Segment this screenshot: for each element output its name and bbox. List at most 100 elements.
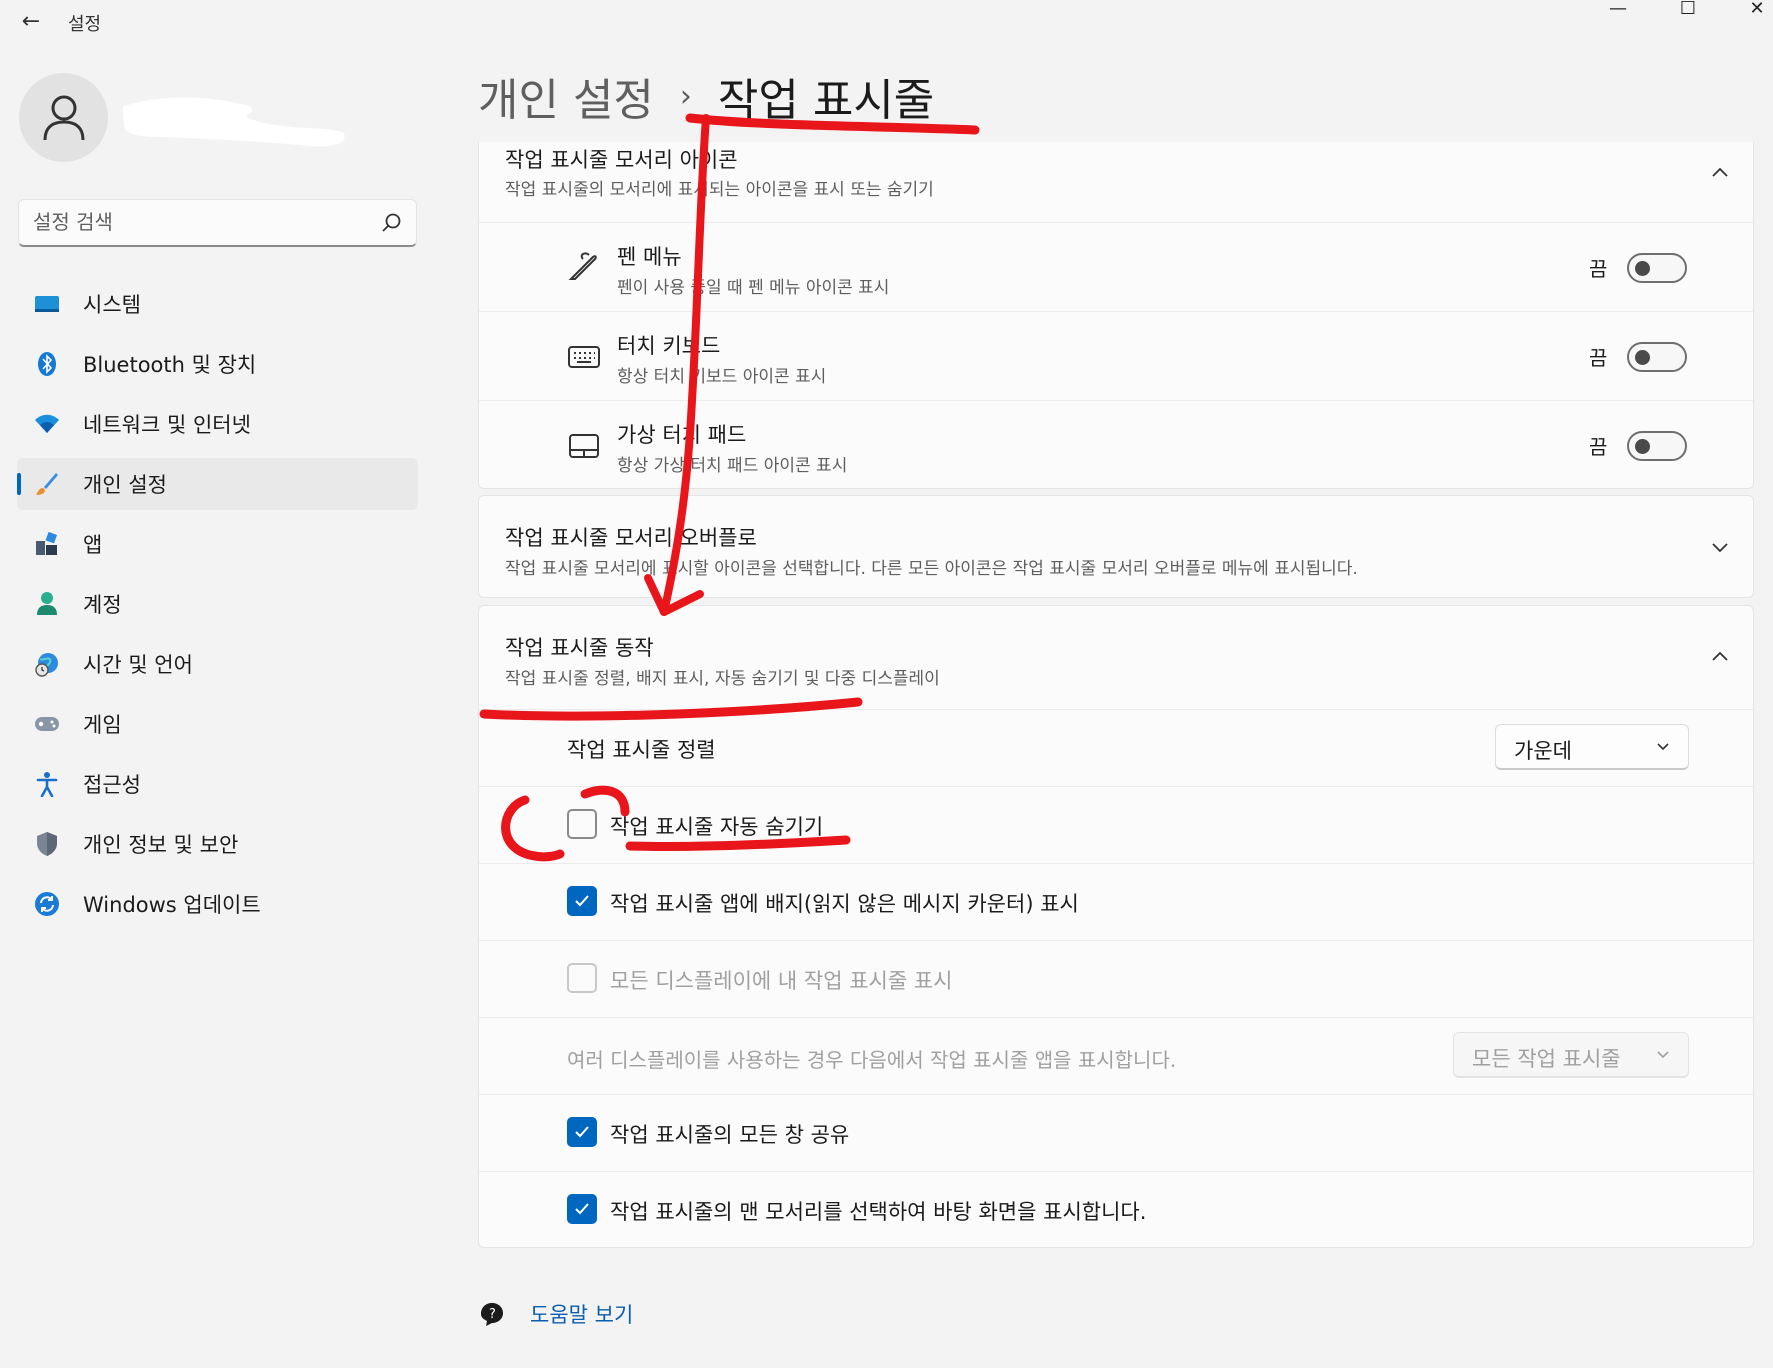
chevron-up-icon[interactable] [1711, 648, 1729, 666]
wifi-icon [34, 411, 60, 437]
accessibility-icon [34, 771, 60, 797]
help-icon: ? [481, 1303, 503, 1326]
apps-icon [34, 531, 60, 557]
taskbar-alignment-dropdown[interactable]: 가운데 [1495, 724, 1689, 770]
title-bar: ← 설정 — ☐ ✕ [0, 0, 1773, 44]
sidebar-item-label: 앱 [83, 533, 103, 557]
sidebar-item-network[interactable]: 네트워크 및 인터넷 [17, 398, 418, 450]
sidebar-item-label: Bluetooth 및 장치 [83, 353, 257, 377]
checkbox-label[interactable]: 작업 표시줄의 모든 창 공유 [610, 1119, 849, 1149]
row-title: 여러 디스플레이를 사용하는 경우 다음에서 작업 표시줄 앱을 표시합니다. [567, 1048, 1177, 1072]
chevron-down-icon [1657, 1051, 1669, 1059]
taskbar-corner-icons-section: 작업 표시줄 모서리 아이콘 작업 표시줄의 모서리에 표시되는 아이콘을 표시… [478, 142, 1754, 489]
section-title: 작업 표시줄 모서리 오버플로 [505, 526, 757, 550]
checkbox-label[interactable]: 작업 표시줄 자동 숨기기 [610, 811, 823, 841]
sidebar-item-accounts[interactable]: 계정 [17, 578, 418, 630]
touch-keyboard-row: 터치 키보드 항상 터치 키보드 아이콘 표시 끔 [479, 311, 1753, 400]
share-window-row: 작업 표시줄의 모든 창 공유 [479, 1094, 1753, 1171]
breadcrumb-separator: › [679, 78, 692, 114]
sidebar-item-label: 접근성 [83, 773, 141, 797]
pen-icon [568, 252, 597, 280]
row-description: 항상 터치 키보드 아이콘 표시 [617, 367, 827, 387]
minimize-button[interactable]: — [1588, 0, 1648, 22]
taskbar-behaviors-section: 작업 표시줄 동작 작업 표시줄 정렬, 배지 표시, 자동 숨기기 및 다중 … [478, 605, 1754, 1248]
pen-menu-toggle[interactable] [1627, 253, 1687, 283]
section-description: 작업 표시줄 모서리에 표시할 아이콘을 선택합니다. 다른 모든 아이콘은 작… [505, 559, 1358, 579]
sidebar-item-system[interactable]: 시스템 [17, 278, 418, 330]
dropdown-value: 가운데 [1514, 739, 1572, 763]
taskbar-corner-overflow-section[interactable]: 작업 표시줄 모서리 오버플로 작업 표시줄 모서리에 표시할 아이콘을 선택합… [478, 495, 1754, 598]
checkmark-icon [575, 1126, 589, 1138]
sidebar-item-label: 시간 및 언어 [83, 653, 193, 677]
toggle-state-label: 끔 [1589, 435, 1608, 459]
virtual-touchpad-toggle[interactable] [1627, 431, 1687, 461]
virtual-touchpad-row: 가상 터치 패드 항상 가상 터치 패드 아이콘 표시 끔 [479, 400, 1753, 489]
account-icon [34, 591, 60, 617]
row-description: 펜이 사용 중일 때 펜 메뉴 아이콘 표시 [617, 278, 890, 298]
checkbox-label[interactable]: 작업 표시줄 앱에 배지(읽지 않은 메시지 카운터) 표시 [610, 888, 1079, 918]
checkmark-icon [575, 895, 589, 907]
checkmark-icon [575, 1203, 589, 1215]
shield-icon [34, 831, 60, 857]
chevron-up-icon[interactable] [1711, 164, 1729, 182]
sidebar-item-gaming[interactable]: 게임 [17, 698, 418, 750]
sidebar-item-time-language[interactable]: 시간 및 언어 [17, 638, 418, 690]
badges-checkbox[interactable] [567, 886, 597, 916]
sidebar-item-bluetooth[interactable]: Bluetooth 및 장치 [17, 338, 418, 390]
sidebar-item-label: 게임 [83, 713, 122, 737]
sidebar-item-label: 개인 정보 및 보안 [83, 833, 239, 857]
all-displays-checkbox[interactable] [567, 963, 597, 993]
person-icon [43, 95, 84, 140]
sidebar-item-label: 시스템 [83, 293, 141, 317]
app-title: 설정 [68, 14, 102, 35]
update-icon [34, 891, 60, 917]
pen-menu-row: 펜 메뉴 펜이 사용 중일 때 펜 메뉴 아이콘 표시 끔 [479, 222, 1753, 311]
sidebar-item-windows-update[interactable]: Windows 업데이트 [17, 878, 418, 930]
all-displays-row: 모든 디스플레이에 내 작업 표시줄 표시 [479, 940, 1753, 1017]
search-icon[interactable] [380, 212, 402, 234]
toggle-state-label: 끔 [1589, 346, 1608, 370]
back-button[interactable]: ← [14, 8, 48, 36]
far-corner-checkbox[interactable] [567, 1194, 597, 1224]
breadcrumb: 개인 설정 › 작업 표시줄 [478, 66, 934, 126]
sidebar-item-apps[interactable]: 앱 [17, 518, 418, 570]
section-description: 작업 표시줄 정렬, 배지 표시, 자동 숨기기 및 다중 디스플레이 [505, 669, 940, 689]
sidebar-item-personalization[interactable]: 개인 설정 [17, 458, 418, 510]
search-input[interactable] [33, 200, 363, 244]
get-help[interactable]: ? 도움말 보기 [478, 1296, 633, 1332]
brush-icon [34, 471, 60, 497]
bluetooth-icon [34, 351, 60, 377]
multi-display-dropdown[interactable]: 모든 작업 표시줄 [1453, 1032, 1689, 1078]
avatar[interactable] [19, 73, 108, 162]
touchpad-icon [569, 434, 599, 458]
sidebar-item-label: 개인 설정 [83, 473, 167, 497]
checkbox-label[interactable]: 작업 표시줄의 맨 모서리를 선택하여 바탕 화면을 표시합니다. [610, 1196, 1146, 1226]
dropdown-value: 모든 작업 표시줄 [1472, 1047, 1621, 1071]
maximize-button[interactable]: ☐ [1658, 0, 1718, 22]
chevron-down-icon[interactable] [1711, 538, 1729, 556]
taskbar-alignment-row: 작업 표시줄 정렬 가운데 [479, 709, 1753, 786]
keyboard-icon [568, 346, 600, 368]
help-link[interactable]: 도움말 보기 [530, 1299, 633, 1329]
svg-text:?: ? [489, 1307, 496, 1322]
touch-keyboard-toggle[interactable] [1627, 342, 1687, 372]
section-title: 작업 표시줄 동작 [505, 636, 654, 660]
close-button[interactable]: ✕ [1727, 0, 1773, 22]
row-title: 펜 메뉴 [617, 245, 682, 269]
sidebar-item-privacy[interactable]: 개인 정보 및 보안 [17, 818, 418, 870]
breadcrumb-parent[interactable]: 개인 설정 [478, 64, 654, 128]
time-language-icon [34, 651, 60, 677]
page-title: 작업 표시줄 [717, 75, 935, 126]
section-title: 작업 표시줄 모서리 아이콘 [505, 148, 738, 172]
redacted-username [122, 97, 345, 147]
share-window-checkbox[interactable] [567, 1117, 597, 1147]
corner-icons-header[interactable]: 작업 표시줄 모서리 아이콘 작업 표시줄의 모서리에 표시되는 아이콘을 표시… [479, 142, 1753, 222]
system-icon [34, 291, 60, 317]
search-box[interactable] [18, 199, 417, 247]
autohide-checkbox[interactable] [567, 809, 597, 839]
autohide-row: 작업 표시줄 자동 숨기기 [479, 786, 1753, 863]
row-title: 가상 터치 패드 [617, 423, 747, 447]
behaviors-header[interactable]: 작업 표시줄 동작 작업 표시줄 정렬, 배지 표시, 자동 숨기기 및 다중 … [479, 606, 1753, 709]
sidebar-item-accessibility[interactable]: 접근성 [17, 758, 418, 810]
sidebar-item-label: Windows 업데이트 [83, 893, 261, 917]
